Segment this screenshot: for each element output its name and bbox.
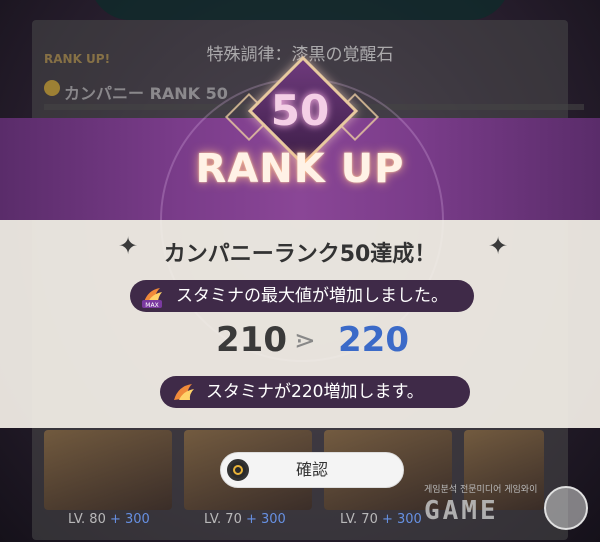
arrow-icon: ⋗ bbox=[294, 326, 316, 356]
character-card bbox=[44, 430, 172, 510]
company-rank-icon bbox=[44, 80, 60, 96]
character-level: LV. 70 + 300 bbox=[340, 512, 422, 527]
stamina-icon bbox=[174, 384, 194, 400]
confirm-ring-icon bbox=[227, 459, 249, 481]
stamina-max-icon: MAX bbox=[142, 288, 162, 308]
stamina-values: 210 ⋗ 220 bbox=[0, 320, 600, 364]
watermark-circle-icon bbox=[544, 486, 588, 530]
achievement-headline: カンパニーランク50達成！ bbox=[163, 242, 437, 267]
old-stamina-value: 210 bbox=[216, 320, 287, 360]
svg-text:MAX: MAX bbox=[145, 302, 158, 308]
rank-number: 50 bbox=[270, 86, 330, 135]
background-rank-name: カンパニー RANK 50 bbox=[64, 84, 228, 103]
confirm-label: 確認 bbox=[295, 460, 328, 479]
confirm-button[interactable]: 確認 bbox=[220, 452, 404, 488]
character-level: LV. 70 + 300 bbox=[204, 512, 286, 527]
background-rank-label: RANK UP! bbox=[44, 52, 111, 66]
stat-increase-pill: MAX スタミナの最大値が増加しました。 bbox=[130, 280, 474, 312]
watermark-subtitle: 게임분석 전문미디어 게임와이 bbox=[424, 485, 538, 495]
top-decoration bbox=[90, 0, 510, 20]
new-stamina-value: 220 bbox=[338, 320, 409, 360]
stamina-gain-pill: スタミナが220増加します。 bbox=[160, 376, 470, 408]
rank-up-title: RANK UP bbox=[195, 146, 405, 192]
character-level: LV. 80 + 300 bbox=[68, 512, 150, 527]
stat-increase-text: スタミナの最大値が増加しました。 bbox=[176, 286, 448, 306]
sparkle-icon: ✦ bbox=[488, 232, 509, 260]
watermark-logo: GAME bbox=[424, 496, 499, 526]
stamina-gain-text: スタミナが220増加します。 bbox=[206, 382, 424, 402]
